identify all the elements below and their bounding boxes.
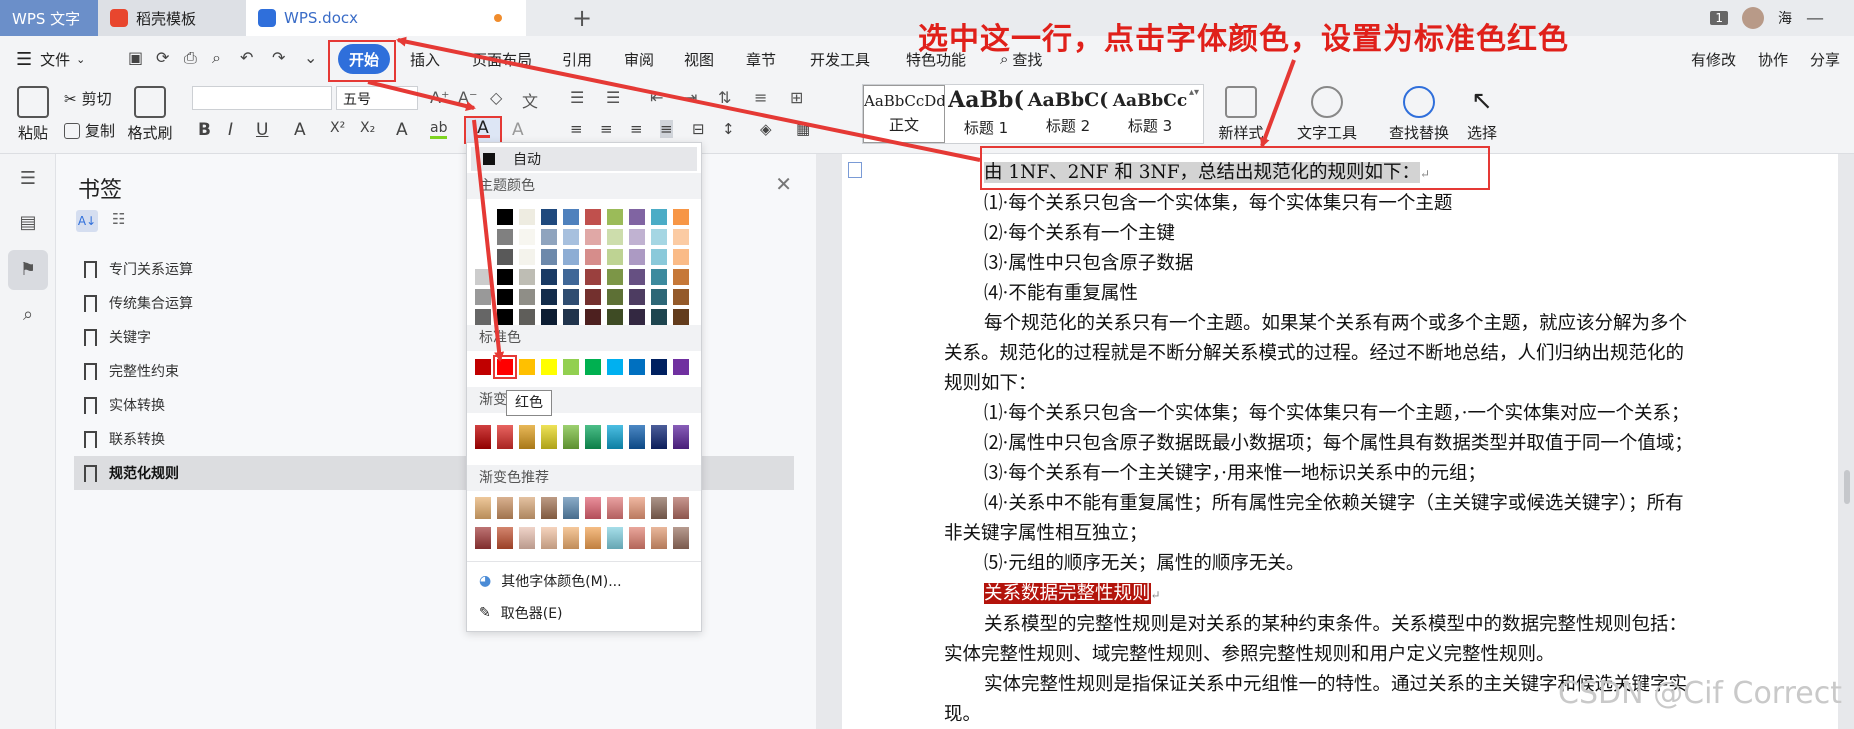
arrow-to-line bbox=[1260, 59, 1296, 148]
arrow-to-font-color bbox=[367, 80, 476, 111]
annotation-arrows bbox=[367, 36, 1296, 362]
arrow-to-home bbox=[396, 36, 981, 162]
arrow-to-red bbox=[472, 119, 505, 362]
